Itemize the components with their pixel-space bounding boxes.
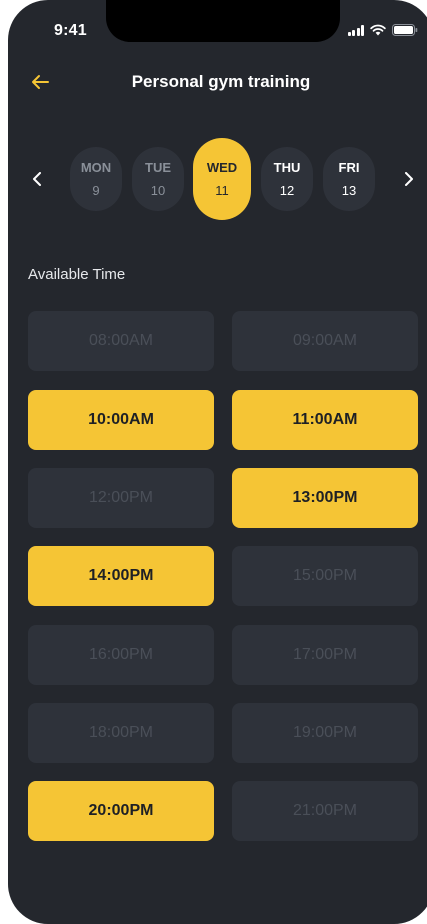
time-slot[interactable]: 20:00PM: [28, 781, 214, 841]
time-slot[interactable]: 11:00AM: [232, 390, 418, 450]
prev-days-button[interactable]: [24, 166, 50, 192]
time-slot[interactable]: 14:00PM: [28, 546, 214, 606]
day-chip-mon[interactable]: MON 9: [70, 147, 122, 211]
wifi-icon: [370, 24, 386, 36]
day-number: 13: [341, 183, 357, 198]
day-number: 11: [215, 183, 229, 198]
day-chip-tue[interactable]: TUE 10: [132, 147, 184, 211]
day-chip-fri[interactable]: FRI 13: [323, 147, 375, 211]
day-number: 9: [92, 183, 100, 198]
time-slot[interactable]: 09:00AM: [232, 311, 418, 371]
day-chip-thu[interactable]: THU 12: [261, 147, 313, 211]
chevron-left-icon: [33, 172, 41, 186]
time-slot[interactable]: 19:00PM: [232, 703, 418, 763]
time-slot[interactable]: 17:00PM: [232, 625, 418, 685]
day-name: FRI: [338, 160, 360, 175]
day-name: TUE: [145, 160, 171, 175]
signal-icon: [347, 24, 364, 36]
time-slot[interactable]: 15:00PM: [232, 546, 418, 606]
day-name: MON: [80, 160, 112, 175]
time-slot[interactable]: 10:00AM: [28, 390, 214, 450]
header: Personal gym training: [8, 64, 427, 100]
day-number: 12: [279, 183, 295, 198]
chevron-right-icon: [405, 172, 413, 186]
time-slot[interactable]: 18:00PM: [28, 703, 214, 763]
day-name: WED: [206, 160, 238, 175]
time-slot[interactable]: 16:00PM: [28, 625, 214, 685]
next-days-button[interactable]: [396, 166, 422, 192]
available-time-label: Available Time: [28, 266, 126, 283]
status-icons: [347, 24, 419, 36]
notch: [106, 0, 340, 42]
time-slot[interactable]: 08:00AM: [28, 311, 214, 371]
phone-screen: 9:41 Personal gym training MON 9 TUE 10 …: [8, 0, 427, 924]
time-slot[interactable]: 13:00PM: [232, 468, 418, 528]
time-slot[interactable]: 12:00PM: [28, 468, 214, 528]
day-chip-wed[interactable]: WED 11: [193, 138, 251, 220]
time-slot[interactable]: 21:00PM: [232, 781, 418, 841]
page-title: Personal gym training: [131, 72, 311, 91]
day-number: 10: [150, 183, 166, 198]
day-name: THU: [273, 160, 301, 175]
status-time: 9:41: [54, 22, 87, 39]
battery-icon: [392, 24, 418, 36]
day-picker: MON 9 TUE 10 WED 11 THU 12 FRI 13: [8, 138, 427, 220]
